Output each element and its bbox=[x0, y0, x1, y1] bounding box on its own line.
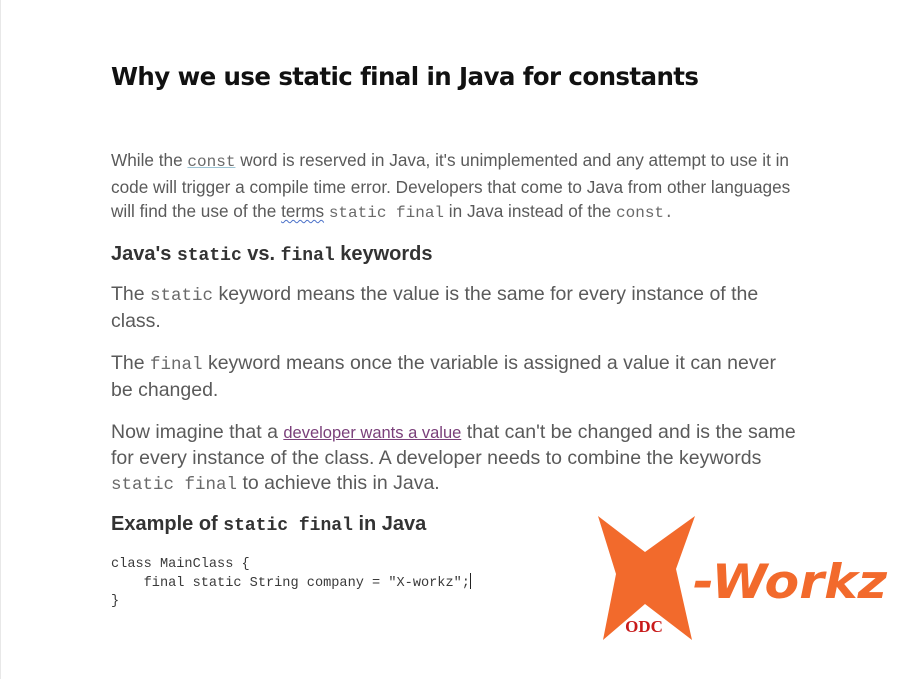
heading-code-static: static bbox=[176, 245, 242, 266]
heading-text: vs. bbox=[241, 242, 281, 265]
para-text: The bbox=[111, 282, 151, 305]
para-text: Now imagine that a bbox=[111, 420, 284, 443]
heading-text: Java's bbox=[111, 242, 177, 265]
inline-code-static-final: static final bbox=[328, 204, 445, 223]
page-title: Why we use static final in Java for cons… bbox=[111, 62, 699, 91]
section-heading-static-vs-final: Java's static vs. final keywords bbox=[111, 240, 801, 270]
heading-text: Example of bbox=[111, 512, 224, 535]
developer-wants-a-value-link[interactable]: developer wants a value bbox=[283, 424, 461, 442]
logo-badge-text: ODC bbox=[625, 617, 663, 636]
final-explanation: The final keyword means once the variabl… bbox=[111, 351, 801, 403]
heading-text: in Java bbox=[352, 512, 427, 535]
heading-text: keywords bbox=[334, 242, 433, 265]
heading-code-final: final bbox=[280, 245, 335, 266]
xworkz-logo: ODC -Workz bbox=[598, 516, 888, 640]
text-cursor bbox=[469, 573, 471, 590]
static-explanation: The static keyword means the value is th… bbox=[111, 282, 801, 334]
combine-explanation: Now imagine that a developer wants a val… bbox=[111, 420, 801, 498]
para-text: keyword means once the variable is assig… bbox=[111, 351, 776, 401]
spellcheck-word-terms: terms bbox=[281, 201, 325, 222]
code-line-text: final static String company = "X-workz"; bbox=[111, 576, 470, 592]
para-text: to achieve this in Java. bbox=[237, 471, 440, 494]
logo-brand-text: -Workz bbox=[693, 555, 888, 610]
intro-text-1: While the bbox=[111, 150, 188, 170]
inline-code-static-final: static final bbox=[111, 474, 238, 495]
para-text: The bbox=[111, 351, 151, 374]
const-link[interactable]: const bbox=[187, 153, 235, 171]
document-page: Why we use static final in Java for cons… bbox=[0, 0, 922, 679]
inline-code-const: const. bbox=[616, 204, 674, 223]
inline-code-static: static bbox=[150, 285, 214, 306]
intro-text-4: in Java instead of the bbox=[444, 201, 617, 222]
intro-paragraph: While the const word is reserved in Java… bbox=[111, 148, 801, 226]
inline-code-final: final bbox=[150, 354, 203, 375]
heading-code-static-final: static final bbox=[223, 515, 353, 536]
page-edge bbox=[0, 0, 1, 679]
